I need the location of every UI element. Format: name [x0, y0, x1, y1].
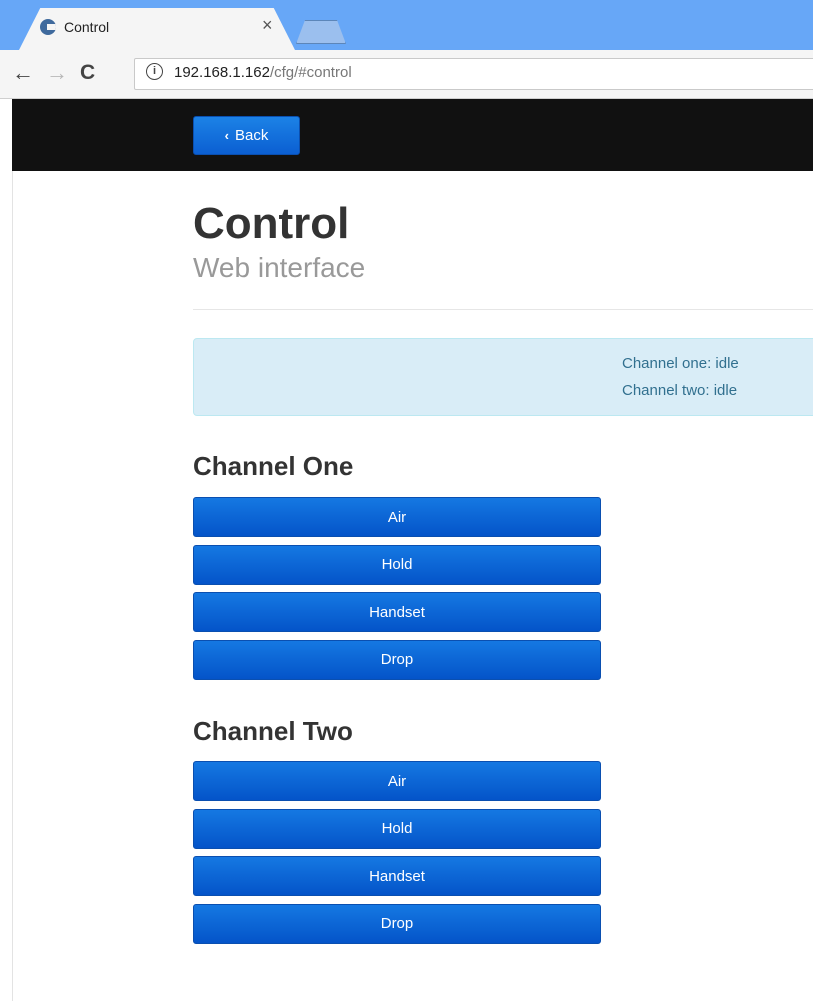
favicon-icon: [40, 19, 56, 35]
header-divider: [193, 309, 813, 310]
channel-one-handset-button[interactable]: Handset: [193, 592, 601, 632]
url-path: /cfg/#control: [269, 64, 352, 81]
url-host: 192.168.1.162: [174, 64, 270, 81]
tab-title: Control: [64, 19, 110, 35]
channel-two-handset-button[interactable]: Handset: [193, 856, 601, 896]
forward-arrow-icon[interactable]: →: [46, 62, 68, 84]
channel-one-hold-button[interactable]: Hold: [193, 544, 601, 585]
channel-two-drop-button[interactable]: Drop: [193, 903, 601, 944]
reload-icon[interactable]: C: [80, 62, 95, 84]
channel-one-drop-button[interactable]: Drop: [193, 639, 601, 680]
channel-one-air-button[interactable]: Air: [193, 497, 601, 537]
chevron-left-icon: ‹: [224, 128, 229, 143]
channel-one-title: Channel One: [193, 451, 354, 481]
channel-two-title: Channel Two: [193, 716, 353, 746]
close-icon[interactable]: ×: [262, 16, 273, 34]
channel-two-hold-button[interactable]: Hold: [193, 808, 601, 849]
back-button[interactable]: ‹ Back: [193, 116, 300, 155]
page-subtitle: Web interface: [193, 252, 366, 283]
page-title: Control: [193, 199, 350, 248]
status-alert: [193, 338, 813, 416]
channel-two-status: Channel two: idle: [622, 382, 738, 399]
url-text[interactable]: 192.168.1.162/cfg/#control: [174, 64, 352, 81]
address-bar: ← → C: [0, 50, 813, 99]
channel-one-controls: Air Hold Handset Drop: [193, 497, 601, 687]
channel-two-controls: Air Hold Handset Drop: [193, 761, 601, 951]
browser-tab[interactable]: [18, 8, 296, 52]
back-button-label: Back: [234, 127, 269, 144]
content-left-border: [12, 171, 13, 1001]
channel-two-air-button[interactable]: Air: [193, 761, 601, 801]
channel-one-status: Channel one: idle: [622, 355, 739, 372]
info-icon[interactable]: i: [146, 63, 163, 80]
back-arrow-icon[interactable]: ←: [12, 62, 34, 84]
page-navbar: [12, 99, 813, 171]
